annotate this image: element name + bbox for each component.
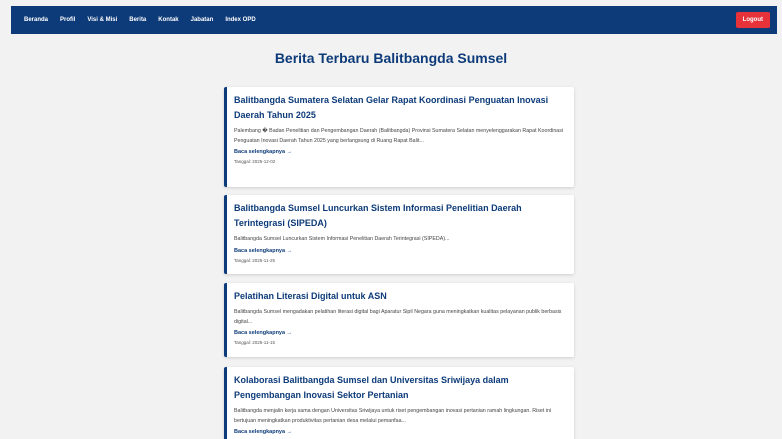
news-excerpt: Balitbangda Sumsel Luncurkan Sistem Info…: [234, 236, 450, 242]
news-title[interactable]: Balitbangda Sumatera Selatan Gelar Rapat…: [234, 93, 566, 123]
nav-profil[interactable]: Profil: [60, 17, 75, 23]
news-date: Tanggal: 2025-11-25: [234, 257, 275, 263]
nav-visi-misi[interactable]: Visi & Misi: [87, 17, 117, 23]
nav-jabatan[interactable]: Jabatan: [191, 17, 214, 23]
news-excerpt: Palembang � Badan Penelitian dan Pengemb…: [234, 128, 564, 144]
news-excerpt: Balitbangda menjalin kerja sama dengan U…: [234, 408, 552, 424]
news-card: Kolaborasi Balitbangda Sumsel dan Univer…: [224, 367, 574, 439]
news-card: Balitbangda Sumsel Luncurkan Sistem Info…: [224, 195, 574, 274]
news-card: Balitbangda Sumatera Selatan Gelar Rapat…: [224, 87, 574, 187]
news-card: Pelatihan Literasi Digital untuk ASN Bal…: [224, 283, 574, 357]
nav-beranda[interactable]: Beranda: [24, 17, 48, 23]
logout-button[interactable]: Logout: [735, 12, 770, 28]
read-more-link[interactable]: Baca selengkapnya →: [234, 149, 566, 155]
page-title: Berita Terbaru Balitbangda Sumsel: [274, 50, 508, 66]
nav-index-opd[interactable]: Index OPD: [225, 17, 255, 23]
nav-kontak[interactable]: Kontak: [158, 17, 178, 23]
read-more-link[interactable]: Baca selengkapnya →: [234, 330, 566, 336]
top-navbar: Beranda Profil Visi & Misi Berita Kontak…: [11, 6, 777, 34]
news-date: Tanggal: 2025-11-15: [234, 340, 275, 345]
news-title[interactable]: Balitbangda Sumsel Luncurkan Sistem Info…: [234, 201, 566, 231]
news-date: Tanggal: 2025-12-02: [234, 159, 276, 164]
nav-berita[interactable]: Berita: [129, 17, 146, 23]
news-excerpt: Balitbangda Sumsel mengadakan pelatihan …: [234, 309, 562, 325]
news-title[interactable]: Kolaborasi Balitbangda Sumsel dan Univer…: [234, 373, 566, 403]
read-more-link[interactable]: Baca selengkapnya →: [234, 429, 566, 435]
news-title[interactable]: Pelatihan Literasi Digital untuk ASN: [234, 289, 566, 304]
read-more-link[interactable]: Baca selengkapnya →: [234, 248, 566, 254]
